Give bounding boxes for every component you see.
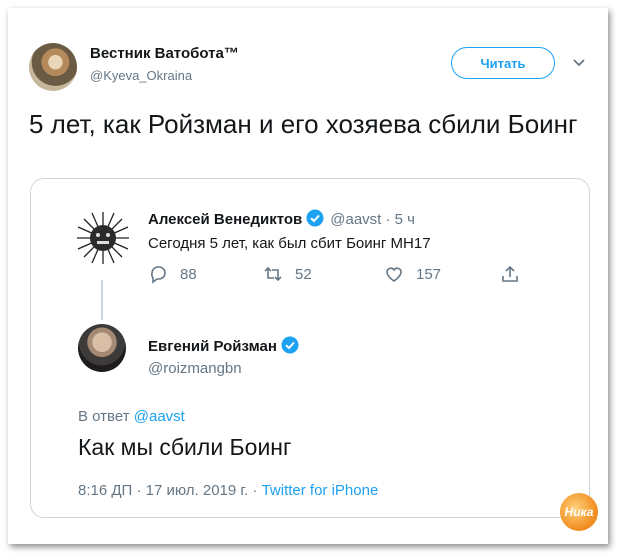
share-icon [502, 265, 518, 282]
reply-to-handle[interactable]: @aavst [134, 408, 185, 425]
heart-icon [386, 267, 402, 282]
parent-avatar[interactable] [75, 210, 131, 266]
parent-actions: 88 52 157 [148, 264, 528, 288]
reply-text: Как мы сбили Боинг [78, 434, 292, 460]
follow-button[interactable]: Читать [451, 47, 555, 79]
watermark-logo: Ника [560, 493, 598, 531]
like-count: 157 [416, 265, 442, 283]
tweet-text: 5 лет, как Ройзман и его хозяева сбили Б… [29, 109, 578, 139]
share-action[interactable] [500, 264, 532, 284]
author-handle[interactable]: @Kyeva_Okraina [90, 68, 192, 83]
reply-action[interactable]: 88 [148, 264, 197, 284]
parent-text: Сегодня 5 лет, как был сбит Боинг MH17 [148, 235, 431, 252]
thread-connector [101, 280, 103, 320]
chevron-down-icon[interactable] [572, 58, 586, 68]
reply-timestamp[interactable]: 8:16 ДП · 17 июл. 2019 г. · [78, 482, 257, 499]
reply-handle[interactable]: @roizmangbn [148, 360, 242, 377]
reply-author[interactable]: Евгений Ройзман [148, 336, 299, 355]
author-name[interactable]: Вестник Ватобота™ [90, 45, 239, 62]
retweet-action[interactable]: 52 [263, 264, 312, 284]
parent-meta[interactable]: @aavst · 5 ч [330, 211, 415, 228]
reply-to-prefix: В ответ [78, 408, 130, 425]
author-avatar[interactable] [29, 43, 77, 91]
reply-name[interactable]: Евгений Ройзман [148, 338, 277, 355]
reply-footer: 8:16 ДП · 17 июл. 2019 г. · Twitter for … [78, 482, 378, 499]
reply-icon [151, 266, 166, 284]
retweet-icon [264, 266, 282, 282]
reply-count: 88 [180, 265, 197, 283]
verified-badge-icon [281, 336, 299, 354]
like-action[interactable]: 157 [384, 264, 441, 284]
retweet-count: 52 [295, 265, 312, 283]
reply-source[interactable]: Twitter for iPhone [262, 482, 379, 499]
reply-avatar[interactable] [78, 324, 126, 372]
verified-badge-icon [306, 209, 324, 227]
parent-name[interactable]: Алексей Венедиктов [148, 211, 302, 228]
reply-to-line: В ответ @aavst [78, 408, 185, 425]
parent-author[interactable]: Алексей Венедиктов @aavst · 5 ч [148, 209, 415, 228]
